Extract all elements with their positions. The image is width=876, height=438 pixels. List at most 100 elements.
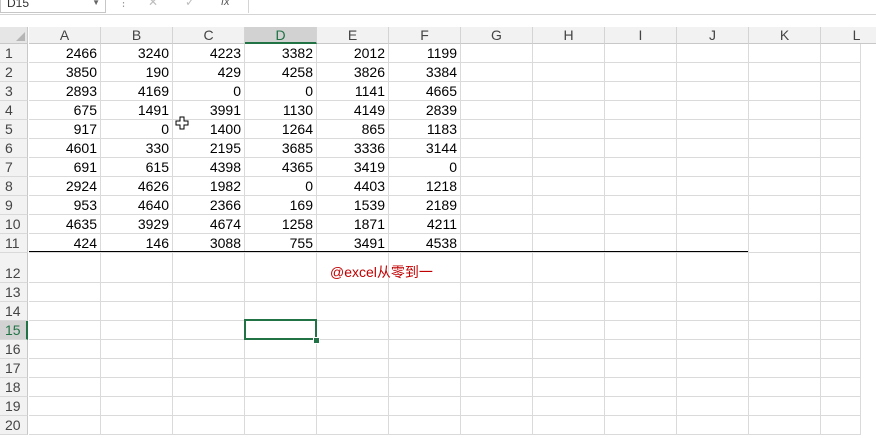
cell-d3[interactable]: 0 bbox=[245, 82, 317, 101]
cell-g20[interactable] bbox=[461, 416, 533, 435]
cell-i16[interactable] bbox=[605, 340, 677, 359]
cell-c8[interactable]: 1982 bbox=[173, 177, 245, 196]
cell-b5[interactable]: 0 bbox=[101, 120, 173, 139]
cell-a14[interactable] bbox=[29, 302, 101, 321]
cell-f17[interactable] bbox=[389, 359, 461, 378]
cell-i5[interactable] bbox=[605, 120, 677, 139]
cell-g1[interactable] bbox=[461, 44, 533, 63]
column-header-i[interactable]: I bbox=[605, 27, 677, 44]
cell-g2[interactable] bbox=[461, 63, 533, 82]
cell-k13[interactable] bbox=[749, 283, 821, 302]
cell-d1[interactable]: 3382 bbox=[245, 44, 317, 63]
cell-k1[interactable] bbox=[749, 44, 821, 63]
cell-i4[interactable] bbox=[605, 101, 677, 120]
column-header-j[interactable]: J bbox=[677, 27, 749, 44]
column-header-k[interactable]: K bbox=[749, 27, 821, 44]
cell-h18[interactable] bbox=[533, 378, 605, 397]
cell-b18[interactable] bbox=[101, 378, 173, 397]
cell-g12[interactable] bbox=[461, 253, 533, 283]
cell-h3[interactable] bbox=[533, 82, 605, 101]
cell-h5[interactable] bbox=[533, 120, 605, 139]
cell-j20[interactable] bbox=[677, 416, 749, 435]
cell-i3[interactable] bbox=[605, 82, 677, 101]
row-header-18[interactable]: 18 bbox=[0, 378, 28, 397]
cell-c13[interactable] bbox=[173, 283, 245, 302]
cell-f13[interactable] bbox=[389, 283, 461, 302]
fill-handle[interactable] bbox=[313, 337, 320, 344]
cell-h6[interactable] bbox=[533, 139, 605, 158]
cell-l13[interactable] bbox=[821, 283, 861, 302]
cell-g16[interactable] bbox=[461, 340, 533, 359]
cell-h4[interactable] bbox=[533, 101, 605, 120]
cell-j8[interactable] bbox=[677, 177, 749, 196]
cell-k18[interactable] bbox=[749, 378, 821, 397]
cell-k16[interactable] bbox=[749, 340, 821, 359]
cell-f9[interactable]: 2189 bbox=[389, 196, 461, 215]
cell-h2[interactable] bbox=[533, 63, 605, 82]
cell-c20[interactable] bbox=[173, 416, 245, 435]
cell-h8[interactable] bbox=[533, 177, 605, 196]
cell-c15[interactable] bbox=[173, 321, 245, 340]
cell-f20[interactable] bbox=[389, 416, 461, 435]
cell-g6[interactable] bbox=[461, 139, 533, 158]
cell-c17[interactable] bbox=[173, 359, 245, 378]
row-header-17[interactable]: 17 bbox=[0, 359, 28, 378]
column-header-c[interactable]: C bbox=[173, 27, 245, 44]
cell-l11[interactable] bbox=[821, 234, 861, 253]
cell-d12[interactable] bbox=[245, 253, 317, 283]
name-box[interactable]: D15 ▼ bbox=[0, 0, 106, 13]
cell-a18[interactable] bbox=[29, 378, 101, 397]
cell-h19[interactable] bbox=[533, 397, 605, 416]
cell-j16[interactable] bbox=[677, 340, 749, 359]
cell-f6[interactable]: 3144 bbox=[389, 139, 461, 158]
cell-g13[interactable] bbox=[461, 283, 533, 302]
cell-d16[interactable] bbox=[245, 340, 317, 359]
cell-k17[interactable] bbox=[749, 359, 821, 378]
cell-k3[interactable] bbox=[749, 82, 821, 101]
column-header-a[interactable]: A bbox=[29, 27, 101, 44]
cell-i1[interactable] bbox=[605, 44, 677, 63]
cell-d10[interactable]: 1258 bbox=[245, 215, 317, 234]
cell-d2[interactable]: 4258 bbox=[245, 63, 317, 82]
cell-k6[interactable] bbox=[749, 139, 821, 158]
cell-e17[interactable] bbox=[317, 359, 389, 378]
row-header-14[interactable]: 14 bbox=[0, 302, 28, 321]
row-header-15[interactable]: 15 bbox=[0, 321, 28, 340]
cell-g18[interactable] bbox=[461, 378, 533, 397]
cell-e13[interactable] bbox=[317, 283, 389, 302]
cell-b6[interactable]: 330 bbox=[101, 139, 173, 158]
cell-l10[interactable] bbox=[821, 215, 861, 234]
cell-k12[interactable] bbox=[749, 253, 821, 283]
cell-j18[interactable] bbox=[677, 378, 749, 397]
cell-c12[interactable] bbox=[173, 253, 245, 283]
cell-b10[interactable]: 3929 bbox=[101, 215, 173, 234]
cell-k19[interactable] bbox=[749, 397, 821, 416]
row-header-2[interactable]: 2 bbox=[0, 63, 28, 82]
row-header-8[interactable]: 8 bbox=[0, 177, 28, 196]
cell-d18[interactable] bbox=[245, 378, 317, 397]
cell-b17[interactable] bbox=[101, 359, 173, 378]
cell-j12[interactable] bbox=[677, 253, 749, 283]
column-header-f[interactable]: F bbox=[389, 27, 461, 44]
enter-icon[interactable]: ✓ bbox=[185, 0, 195, 9]
cell-f14[interactable] bbox=[389, 302, 461, 321]
cell-i19[interactable] bbox=[605, 397, 677, 416]
cell-k7[interactable] bbox=[749, 158, 821, 177]
cell-g3[interactable] bbox=[461, 82, 533, 101]
cell-g5[interactable] bbox=[461, 120, 533, 139]
cell-h7[interactable] bbox=[533, 158, 605, 177]
cell-i9[interactable] bbox=[605, 196, 677, 215]
cell-i10[interactable] bbox=[605, 215, 677, 234]
row-header-9[interactable]: 9 bbox=[0, 196, 28, 215]
cell-d13[interactable] bbox=[245, 283, 317, 302]
cell-b13[interactable] bbox=[101, 283, 173, 302]
cell-a9[interactable]: 953 bbox=[29, 196, 101, 215]
cell-e15[interactable] bbox=[317, 321, 389, 340]
cell-a5[interactable]: 917 bbox=[29, 120, 101, 139]
cell-i6[interactable] bbox=[605, 139, 677, 158]
cell-k8[interactable] bbox=[749, 177, 821, 196]
cell-f3[interactable]: 4665 bbox=[389, 82, 461, 101]
column-header-b[interactable]: B bbox=[101, 27, 173, 44]
column-header-h[interactable]: H bbox=[533, 27, 605, 44]
cell-b16[interactable] bbox=[101, 340, 173, 359]
